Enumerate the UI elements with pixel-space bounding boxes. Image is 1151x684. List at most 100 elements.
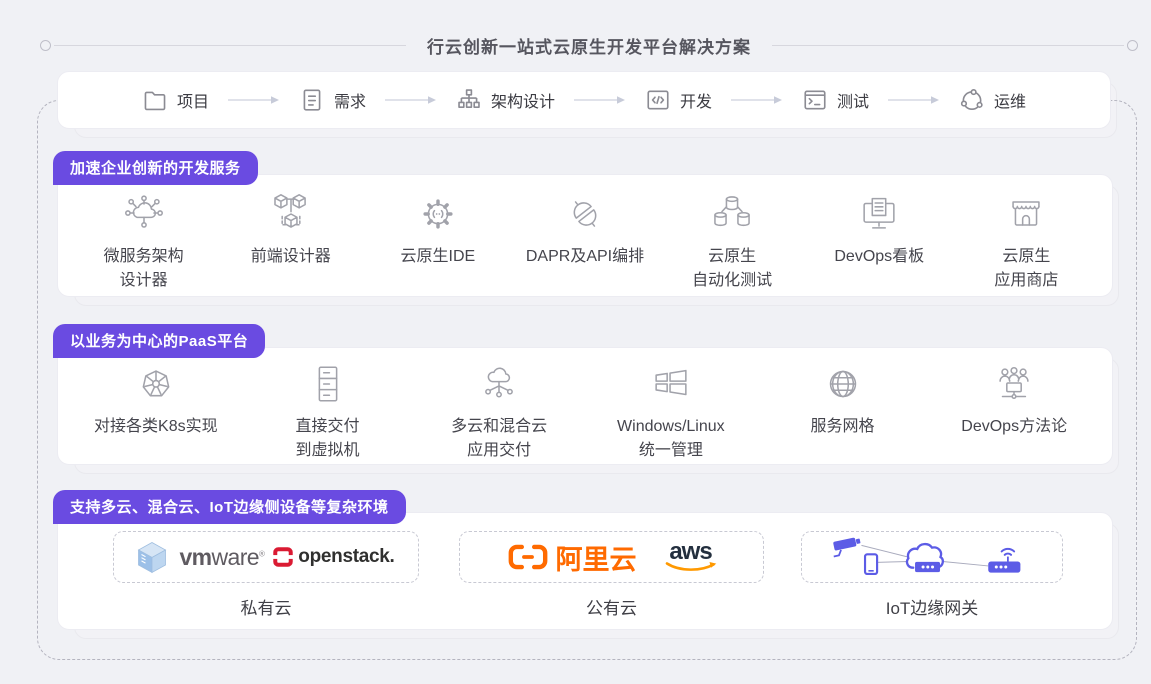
iot-gateway-group: IoT边缘网关 xyxy=(801,531,1063,619)
workflow-step-testing: 测试 xyxy=(802,87,869,113)
cctv-icon xyxy=(831,536,862,556)
private-cloud-box: vmware® openstack. xyxy=(113,531,419,583)
item-windows-linux: Windows/Linux 统一管理 xyxy=(585,361,757,463)
paas-platform-items: 对接各类K8s实现 直接交付 到虚拟机 多云和混合云 应用交付 Windows/… xyxy=(58,348,1112,463)
openstack-icon xyxy=(273,547,293,567)
item-k8s-integration: 对接各类K8s实现 xyxy=(70,361,242,439)
iot-gateway-box xyxy=(801,531,1063,583)
section-ribbon-environments: 支持多云、混合云、IoT边缘侧设备等复杂环境 xyxy=(53,490,406,524)
right-divider-line xyxy=(772,45,1124,46)
flow-arrow-icon xyxy=(384,95,438,105)
left-end-circle-icon xyxy=(40,40,51,51)
workflow-step-development: 开发 xyxy=(645,87,712,113)
vmware-logo-bold: vm xyxy=(179,544,211,570)
architecture-icon xyxy=(456,87,482,113)
flow-arrow-icon xyxy=(730,95,784,105)
flow-arrow-icon xyxy=(573,95,627,105)
alibaba-cloud-logo: 阿里云 xyxy=(507,538,637,577)
windows-linux-icon xyxy=(648,361,694,407)
dev-services-items: 微服务架构 设计器 前端设计器 云原生IDE DAPR及API编排 云原生 自动… xyxy=(58,175,1112,293)
item-label: 云原生 自动化测试 xyxy=(692,245,772,293)
vmware-logo: vmware® xyxy=(179,544,264,571)
workflow-step-label: 开发 xyxy=(680,88,712,112)
environment-groups: vmware® openstack. 私有云 阿里云 aws xyxy=(58,513,1112,619)
kubernetes-icon xyxy=(133,361,179,407)
item-cloud-ide: 云原生IDE xyxy=(364,191,511,269)
workflow-step-label: 测试 xyxy=(837,88,869,112)
section-card-paas-platform: 对接各类K8s实现 直接交付 到虚拟机 多云和混合云 应用交付 Windows/… xyxy=(57,347,1113,465)
code-window-icon xyxy=(645,87,671,113)
router-icon xyxy=(988,549,1020,573)
section-card-dev-services: 微服务架构 设计器 前端设计器 云原生IDE DAPR及API编排 云原生 自动… xyxy=(57,174,1113,297)
item-microservice-designer: 微服务架构 设计器 xyxy=(70,191,217,293)
item-service-mesh: 服务网格 xyxy=(757,361,929,439)
terminal-icon xyxy=(802,87,828,113)
item-devops-board: DevOps看板 xyxy=(806,191,953,269)
workflow-step-project: 项目 xyxy=(142,87,209,113)
section-ribbon-paas-platform: 以业务为中心的PaaS平台 xyxy=(53,324,265,358)
operations-cycle-icon xyxy=(959,87,985,113)
item-label: 云原生 应用商店 xyxy=(994,245,1058,293)
aws-logo: aws xyxy=(665,541,717,573)
item-label: DevOps方法论 xyxy=(961,415,1067,439)
workflow-step-label: 项目 xyxy=(177,88,209,112)
multi-cloud-icon xyxy=(476,361,522,407)
alibaba-cloud-icon xyxy=(507,542,549,572)
section-ribbon-dev-services: 加速企业创新的开发服务 xyxy=(53,151,258,185)
api-orchestration-icon xyxy=(562,191,608,237)
app-store-icon xyxy=(1003,191,1049,237)
public-cloud-group: 阿里云 aws 公有云 xyxy=(459,531,764,619)
public-cloud-box: 阿里云 aws xyxy=(459,531,764,583)
group-label-public-cloud: 公有云 xyxy=(459,594,764,619)
group-label-private-cloud: 私有云 xyxy=(113,594,419,619)
item-label: DAPR及API编排 xyxy=(526,245,644,269)
automated-testing-icon xyxy=(709,191,755,237)
item-vm-delivery: 直接交付 到虚拟机 xyxy=(242,361,414,463)
smartphone-icon xyxy=(865,554,877,574)
workflow-step-requirements: 需求 xyxy=(299,87,366,113)
iot-devices-graphic xyxy=(812,532,1052,582)
item-app-store: 云原生 应用商店 xyxy=(953,191,1100,293)
item-label: 服务网格 xyxy=(811,415,875,439)
frontend-designer-icon xyxy=(268,191,314,237)
openstack-logo: openstack. xyxy=(273,546,394,568)
cloud-gateway-icon xyxy=(907,544,943,572)
cloud-ide-icon xyxy=(415,191,461,237)
server-icon xyxy=(305,361,351,407)
item-label: 直接交付 到虚拟机 xyxy=(296,415,360,463)
requirement-doc-icon xyxy=(299,87,325,113)
right-end-circle-icon xyxy=(1127,40,1138,51)
page-title: 行云创新一站式云原生开发平台解决方案 xyxy=(427,33,751,58)
private-cloud-cube-icon xyxy=(137,541,167,574)
workflow-step-operations: 运维 xyxy=(959,87,1026,113)
folder-icon xyxy=(142,87,168,113)
flow-arrow-icon xyxy=(227,95,281,105)
service-mesh-icon xyxy=(820,361,866,407)
left-divider-line xyxy=(54,45,406,46)
private-cloud-group: vmware® openstack. 私有云 xyxy=(113,531,419,619)
devops-board-icon xyxy=(856,191,902,237)
solution-diagram-page: 行云创新一站式云原生开发平台解决方案 项目 需求 架构设计 开发 测试 xyxy=(0,0,1151,684)
item-label: 微服务架构 设计器 xyxy=(104,245,184,293)
aws-logo-text: aws xyxy=(669,541,711,563)
workflow-step-label: 需求 xyxy=(334,88,366,112)
item-devops-methodology: DevOps方法论 xyxy=(928,361,1100,439)
item-label: 云原生IDE xyxy=(401,245,476,269)
section-card-environments: vmware® openstack. 私有云 阿里云 aws xyxy=(57,512,1113,630)
devops-methodology-icon xyxy=(991,361,1037,407)
workflow-step-architecture: 架构设计 xyxy=(456,87,555,113)
page-header: 行云创新一站式云原生开发平台解决方案 xyxy=(40,33,1138,58)
vmware-logo-rest: ware xyxy=(212,544,259,570)
item-dapr-api: DAPR及API编排 xyxy=(511,191,658,269)
workflow-step-label: 架构设计 xyxy=(491,88,555,112)
microservice-architecture-icon xyxy=(121,191,167,237)
workflow-step-label: 运维 xyxy=(994,88,1026,112)
item-frontend-designer: 前端设计器 xyxy=(217,191,364,269)
workflow-bar: 项目 需求 架构设计 开发 测试 运维 xyxy=(57,71,1111,129)
item-label: 前端设计器 xyxy=(251,245,331,269)
item-label: 对接各类K8s实现 xyxy=(94,415,218,439)
vmware-registered-mark: ® xyxy=(259,549,264,558)
item-label: DevOps看板 xyxy=(834,245,924,269)
group-label-iot-gateway: IoT边缘网关 xyxy=(801,594,1063,619)
item-cloud-native-testing: 云原生 自动化测试 xyxy=(659,191,806,293)
